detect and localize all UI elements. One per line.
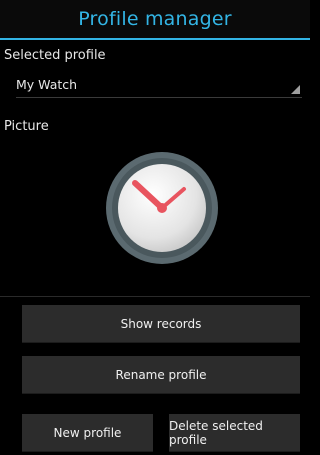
clock-icon (106, 152, 218, 264)
page-title: Profile manager (78, 8, 232, 30)
action-bar: Profile manager (0, 0, 310, 40)
profile-spinner[interactable]: My Watch (16, 72, 302, 98)
rename-profile-button[interactable]: Rename profile (22, 356, 300, 394)
picture-label: Picture (4, 119, 49, 134)
profile-picture[interactable] (102, 148, 222, 268)
dropdown-arrow-icon (291, 85, 300, 94)
divider (0, 296, 310, 297)
profile-spinner-value: My Watch (16, 77, 78, 92)
delete-profile-button[interactable]: Delete selected profile (169, 414, 300, 452)
selected-profile-label: Selected profile (4, 48, 106, 63)
show-records-button[interactable]: Show records (22, 305, 300, 343)
new-profile-button[interactable]: New profile (22, 414, 153, 452)
